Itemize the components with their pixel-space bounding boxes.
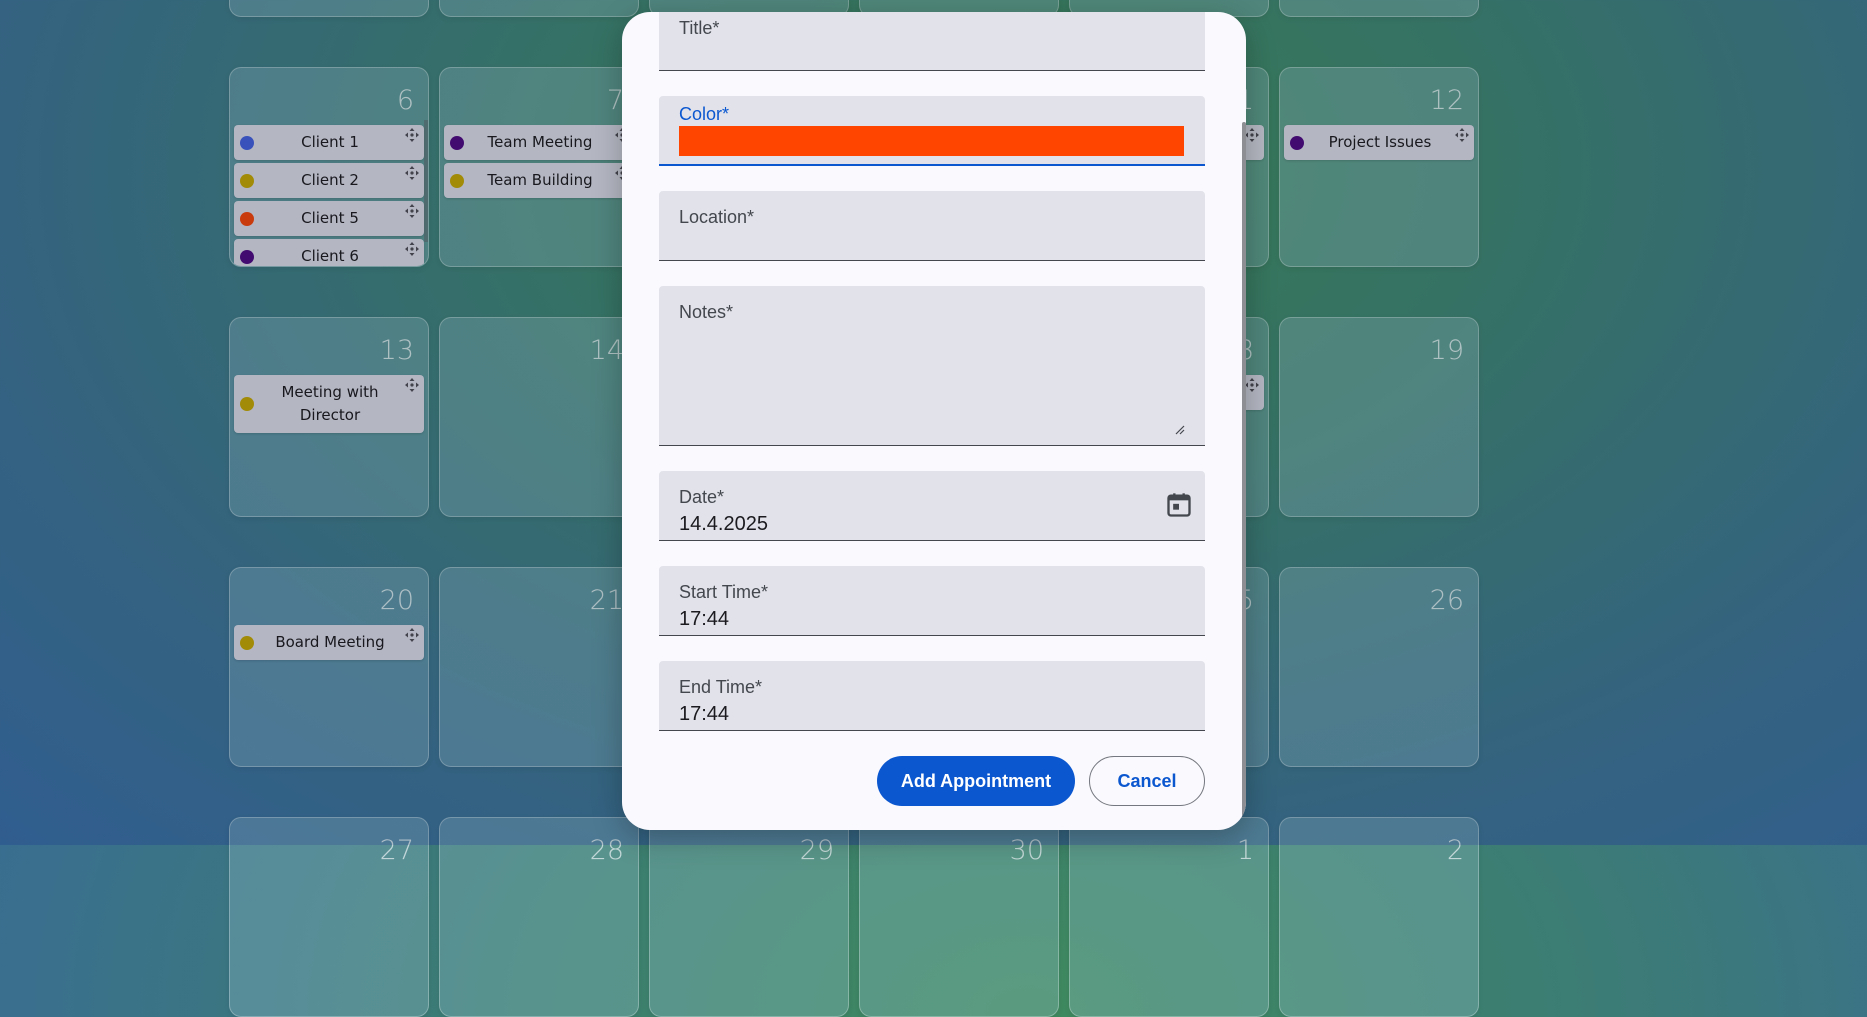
location-field[interactable]: Location* — [659, 191, 1205, 261]
title-field[interactable]: Title* — [659, 12, 1205, 71]
notes-field[interactable]: Notes* — [659, 286, 1205, 446]
cancel-button[interactable]: Cancel — [1089, 756, 1205, 806]
start-time-field-value: 17:44 — [679, 608, 730, 630]
day-cell[interactable]: 29 — [649, 817, 849, 1017]
add-appointment-button[interactable]: Add Appointment — [877, 756, 1075, 806]
end-time-field-label: End Time* — [679, 677, 763, 697]
location-field-label: Location* — [679, 207, 755, 227]
notes-field-label: Notes* — [679, 302, 734, 322]
day-cell[interactable]: 27 — [229, 817, 429, 1017]
day-cell[interactable]: 2 — [1279, 817, 1479, 1017]
resize-handle-icon[interactable] — [1175, 425, 1185, 435]
dialog-scrollbar[interactable] — [1242, 122, 1246, 822]
end-time-field-value: 17:44 — [679, 703, 730, 725]
date-field-label: Date* — [679, 487, 725, 507]
title-field-label: Title* — [679, 18, 720, 38]
date-field-value: 14.4.2025 — [679, 513, 768, 535]
end-time-field[interactable]: End Time* 17:44 — [659, 661, 1205, 731]
start-time-field[interactable]: Start Time* 17:44 — [659, 566, 1205, 636]
color-swatch[interactable] — [679, 126, 1184, 156]
add-appointment-dialog: Title* Color* Location* Notes* Date* 14.… — [622, 12, 1246, 830]
day-cell[interactable]: 30 — [859, 817, 1059, 1017]
color-field-label: Color* — [679, 104, 730, 124]
day-cell[interactable]: 28 — [439, 817, 639, 1017]
start-time-field-label: Start Time* — [679, 582, 769, 602]
day-cell[interactable]: 1 — [1069, 817, 1269, 1017]
color-field[interactable]: Color* — [659, 96, 1205, 166]
date-field[interactable]: Date* 14.4.2025 — [659, 471, 1205, 541]
calendar-icon[interactable] — [1165, 491, 1193, 519]
